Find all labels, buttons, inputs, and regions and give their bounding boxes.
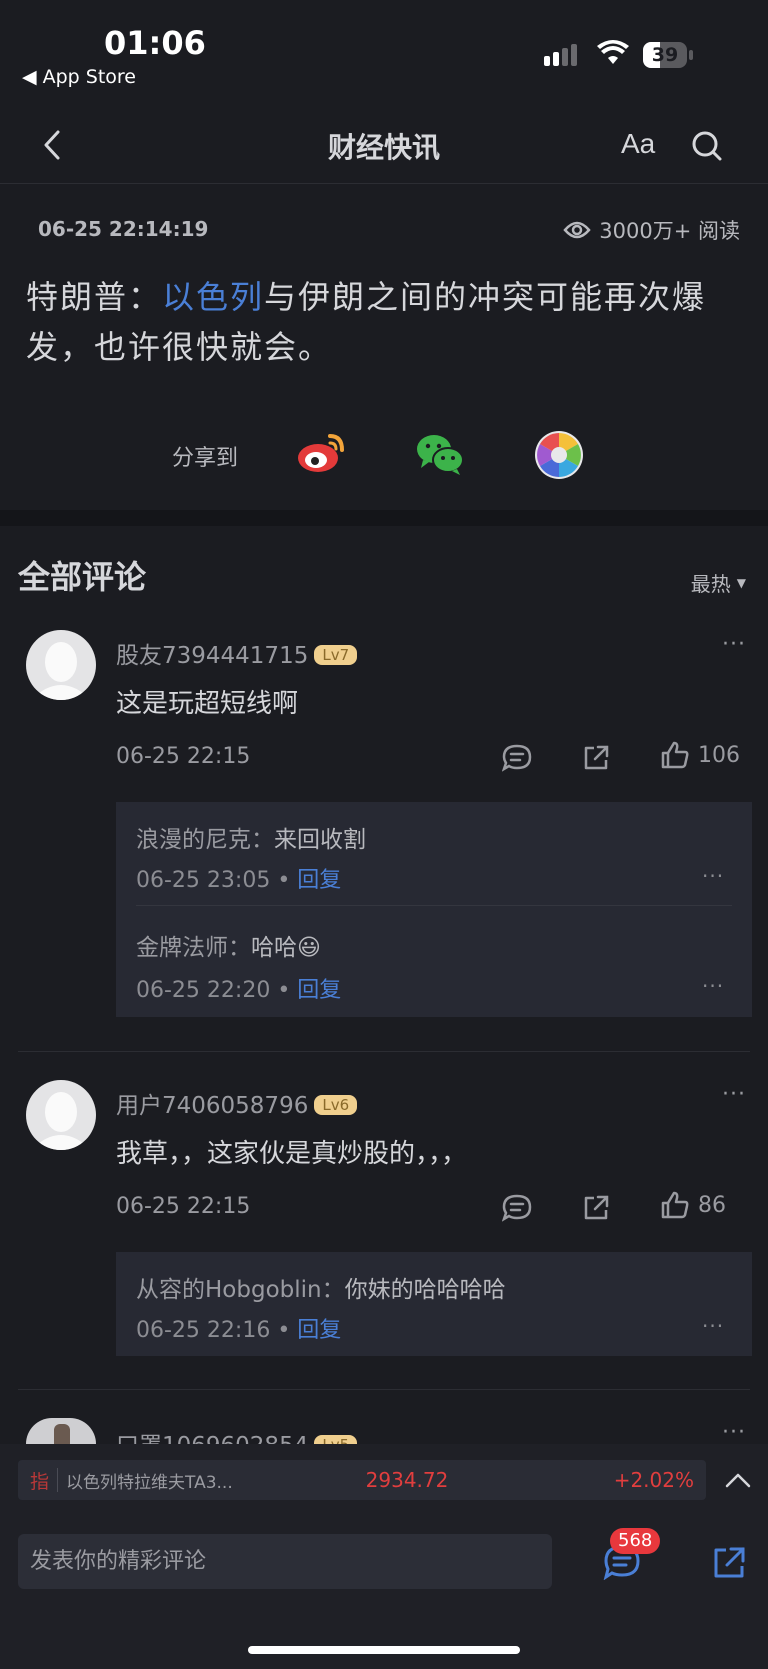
share-icon[interactable] bbox=[582, 744, 610, 772]
comment-count-badge: 568 bbox=[610, 1528, 661, 1554]
comment-text: 我草，，这家伙是真炒股的，，， bbox=[116, 1139, 468, 1169]
reply-content: 你妹的哈哈哈哈 bbox=[344, 1277, 506, 1303]
stock-link-israel[interactable]: 以色列 bbox=[162, 278, 264, 316]
comment-date: 06-25 22:15 bbox=[116, 744, 251, 769]
article-time: 06-25 22:14:19 bbox=[38, 217, 209, 241]
caret-down-icon: ▼ bbox=[736, 575, 746, 590]
reply-item: 金牌法师：哈哈😃 bbox=[136, 928, 321, 962]
sort-dropdown[interactable]: 最热 ▼ bbox=[691, 568, 746, 597]
share-icon[interactable] bbox=[711, 1545, 747, 1581]
reply-icon[interactable] bbox=[502, 1194, 532, 1222]
like-count: 106 bbox=[698, 742, 740, 768]
reply-content: 来回收割 bbox=[274, 827, 366, 853]
cellular-signal-icon bbox=[544, 44, 577, 66]
share-label: 分享到 bbox=[172, 446, 239, 471]
chevron-up-icon[interactable] bbox=[725, 1472, 751, 1488]
section-divider bbox=[0, 510, 768, 526]
avatar[interactable] bbox=[26, 1418, 96, 1444]
more-options-icon[interactable]: ··· bbox=[722, 632, 746, 657]
reply-button[interactable]: 回复 bbox=[297, 978, 341, 1003]
reply-button[interactable]: 回复 bbox=[297, 1318, 341, 1343]
reply-meta: 06-25 22:20 • 回复 bbox=[136, 978, 342, 1003]
reply-author[interactable]: 金牌法师： bbox=[136, 935, 251, 961]
reply-thread: 浪漫的尼克：来回收割 06-25 23:05 • 回复 ··· 金牌法师：哈哈😃… bbox=[116, 802, 752, 1017]
search-icon[interactable] bbox=[691, 130, 723, 162]
comment-divider bbox=[18, 1051, 750, 1052]
back-app-label: App Store bbox=[42, 66, 137, 88]
avatar[interactable] bbox=[26, 1080, 96, 1150]
ticker-name: 以色列特拉维夫TA3... bbox=[66, 1472, 233, 1493]
article-views: 3000万+ 阅读 bbox=[563, 215, 740, 245]
level-badge: Lv5 bbox=[314, 1435, 358, 1444]
article-body: 特朗普：以色列与伊朗之间的冲突可能再次爆发，也许很快就会。 bbox=[26, 272, 746, 372]
ticker-price: 2934.72 bbox=[365, 1468, 449, 1492]
avatar[interactable] bbox=[26, 630, 96, 700]
like-count: 86 bbox=[698, 1192, 726, 1218]
username: 口罩1069602854 bbox=[116, 1433, 308, 1444]
back-triangle-icon: ◀ bbox=[22, 66, 37, 88]
comment-user[interactable]: 股友7394441715 Lv7 bbox=[116, 636, 358, 670]
wifi-icon bbox=[597, 40, 629, 64]
article-body-prefix: 特朗普： bbox=[26, 278, 163, 316]
reply-more-icon[interactable]: ··· bbox=[702, 1314, 724, 1338]
moments-icon[interactable] bbox=[534, 430, 584, 480]
reply-content: 哈哈😃 bbox=[251, 935, 321, 961]
reply-date: 06-25 22:20 bbox=[136, 978, 271, 1003]
battery-level: 39 bbox=[651, 44, 679, 66]
more-options-icon[interactable]: ··· bbox=[722, 1082, 746, 1107]
level-badge: Lv6 bbox=[314, 1095, 358, 1115]
comment-date: 06-25 22:15 bbox=[116, 1194, 251, 1219]
comments-title: 全部评论 bbox=[18, 558, 147, 596]
thumbs-up-icon bbox=[661, 1191, 689, 1219]
reply-more-icon[interactable]: ··· bbox=[702, 974, 724, 998]
reply-author[interactable]: 浪漫的尼克： bbox=[136, 827, 274, 853]
back-to-app-store[interactable]: ◀ App Store bbox=[22, 66, 136, 88]
reply-button[interactable]: 回复 bbox=[297, 868, 341, 893]
like-button[interactable]: 86 bbox=[660, 1190, 726, 1220]
thumbs-up-icon bbox=[661, 741, 689, 769]
index-tag: 指 bbox=[30, 1470, 50, 1493]
username: 用户7406058796 bbox=[116, 1093, 309, 1119]
home-indicator bbox=[248, 1646, 520, 1654]
status-time: 01:06 bbox=[104, 24, 206, 62]
default-avatar-icon bbox=[31, 1092, 91, 1150]
reply-date: 06-25 22:16 bbox=[136, 1318, 271, 1343]
reply-divider bbox=[136, 905, 732, 906]
font-size-button[interactable]: Aa bbox=[621, 128, 655, 160]
level-badge: Lv7 bbox=[314, 645, 358, 665]
sort-label: 最热 bbox=[690, 572, 731, 596]
views-count: 3000万+ 阅读 bbox=[599, 219, 740, 243]
weibo-icon[interactable] bbox=[296, 430, 348, 476]
reply-date: 06-25 23:05 bbox=[136, 868, 271, 893]
reply-author[interactable]: 从容的Hobgoblin： bbox=[136, 1277, 345, 1303]
comment-divider bbox=[18, 1389, 750, 1390]
more-options-icon[interactable]: ··· bbox=[722, 1420, 746, 1442]
reply-item: 浪漫的尼克：来回收割 bbox=[136, 820, 366, 854]
username: 股友7394441715 bbox=[116, 643, 309, 669]
ticker-change: +2.02% bbox=[613, 1468, 694, 1492]
battery-icon: 39 bbox=[643, 42, 693, 68]
wechat-icon[interactable] bbox=[415, 432, 465, 476]
reply-meta: 06-25 22:16 • 回复 bbox=[136, 1318, 342, 1343]
default-avatar-icon bbox=[31, 642, 91, 700]
like-button[interactable]: 106 bbox=[660, 740, 740, 770]
reply-meta: 06-25 23:05 • 回复 bbox=[136, 868, 342, 893]
comment-user[interactable]: 口罩1069602854 Lv5 bbox=[116, 1426, 358, 1444]
eye-icon bbox=[563, 221, 591, 239]
index-ticker[interactable]: 指 以色列特拉维夫TA3... 2934.72 +2.02% bbox=[18, 1460, 706, 1500]
comment-text: 这是玩超短线啊 bbox=[116, 689, 299, 719]
nav-divider bbox=[0, 183, 768, 184]
reply-more-icon[interactable]: ··· bbox=[702, 864, 724, 888]
share-icon[interactable] bbox=[582, 1194, 610, 1222]
comment-input[interactable]: 发表你的精彩评论 bbox=[18, 1534, 552, 1589]
reply-thread: 从容的Hobgoblin：你妹的哈哈哈哈 06-25 22:16 • 回复 ··… bbox=[116, 1252, 752, 1356]
reply-icon[interactable] bbox=[502, 744, 532, 772]
comment-user[interactable]: 用户7406058796 Lv6 bbox=[116, 1086, 358, 1120]
reply-item: 从容的Hobgoblin：你妹的哈哈哈哈 bbox=[136, 1270, 506, 1304]
